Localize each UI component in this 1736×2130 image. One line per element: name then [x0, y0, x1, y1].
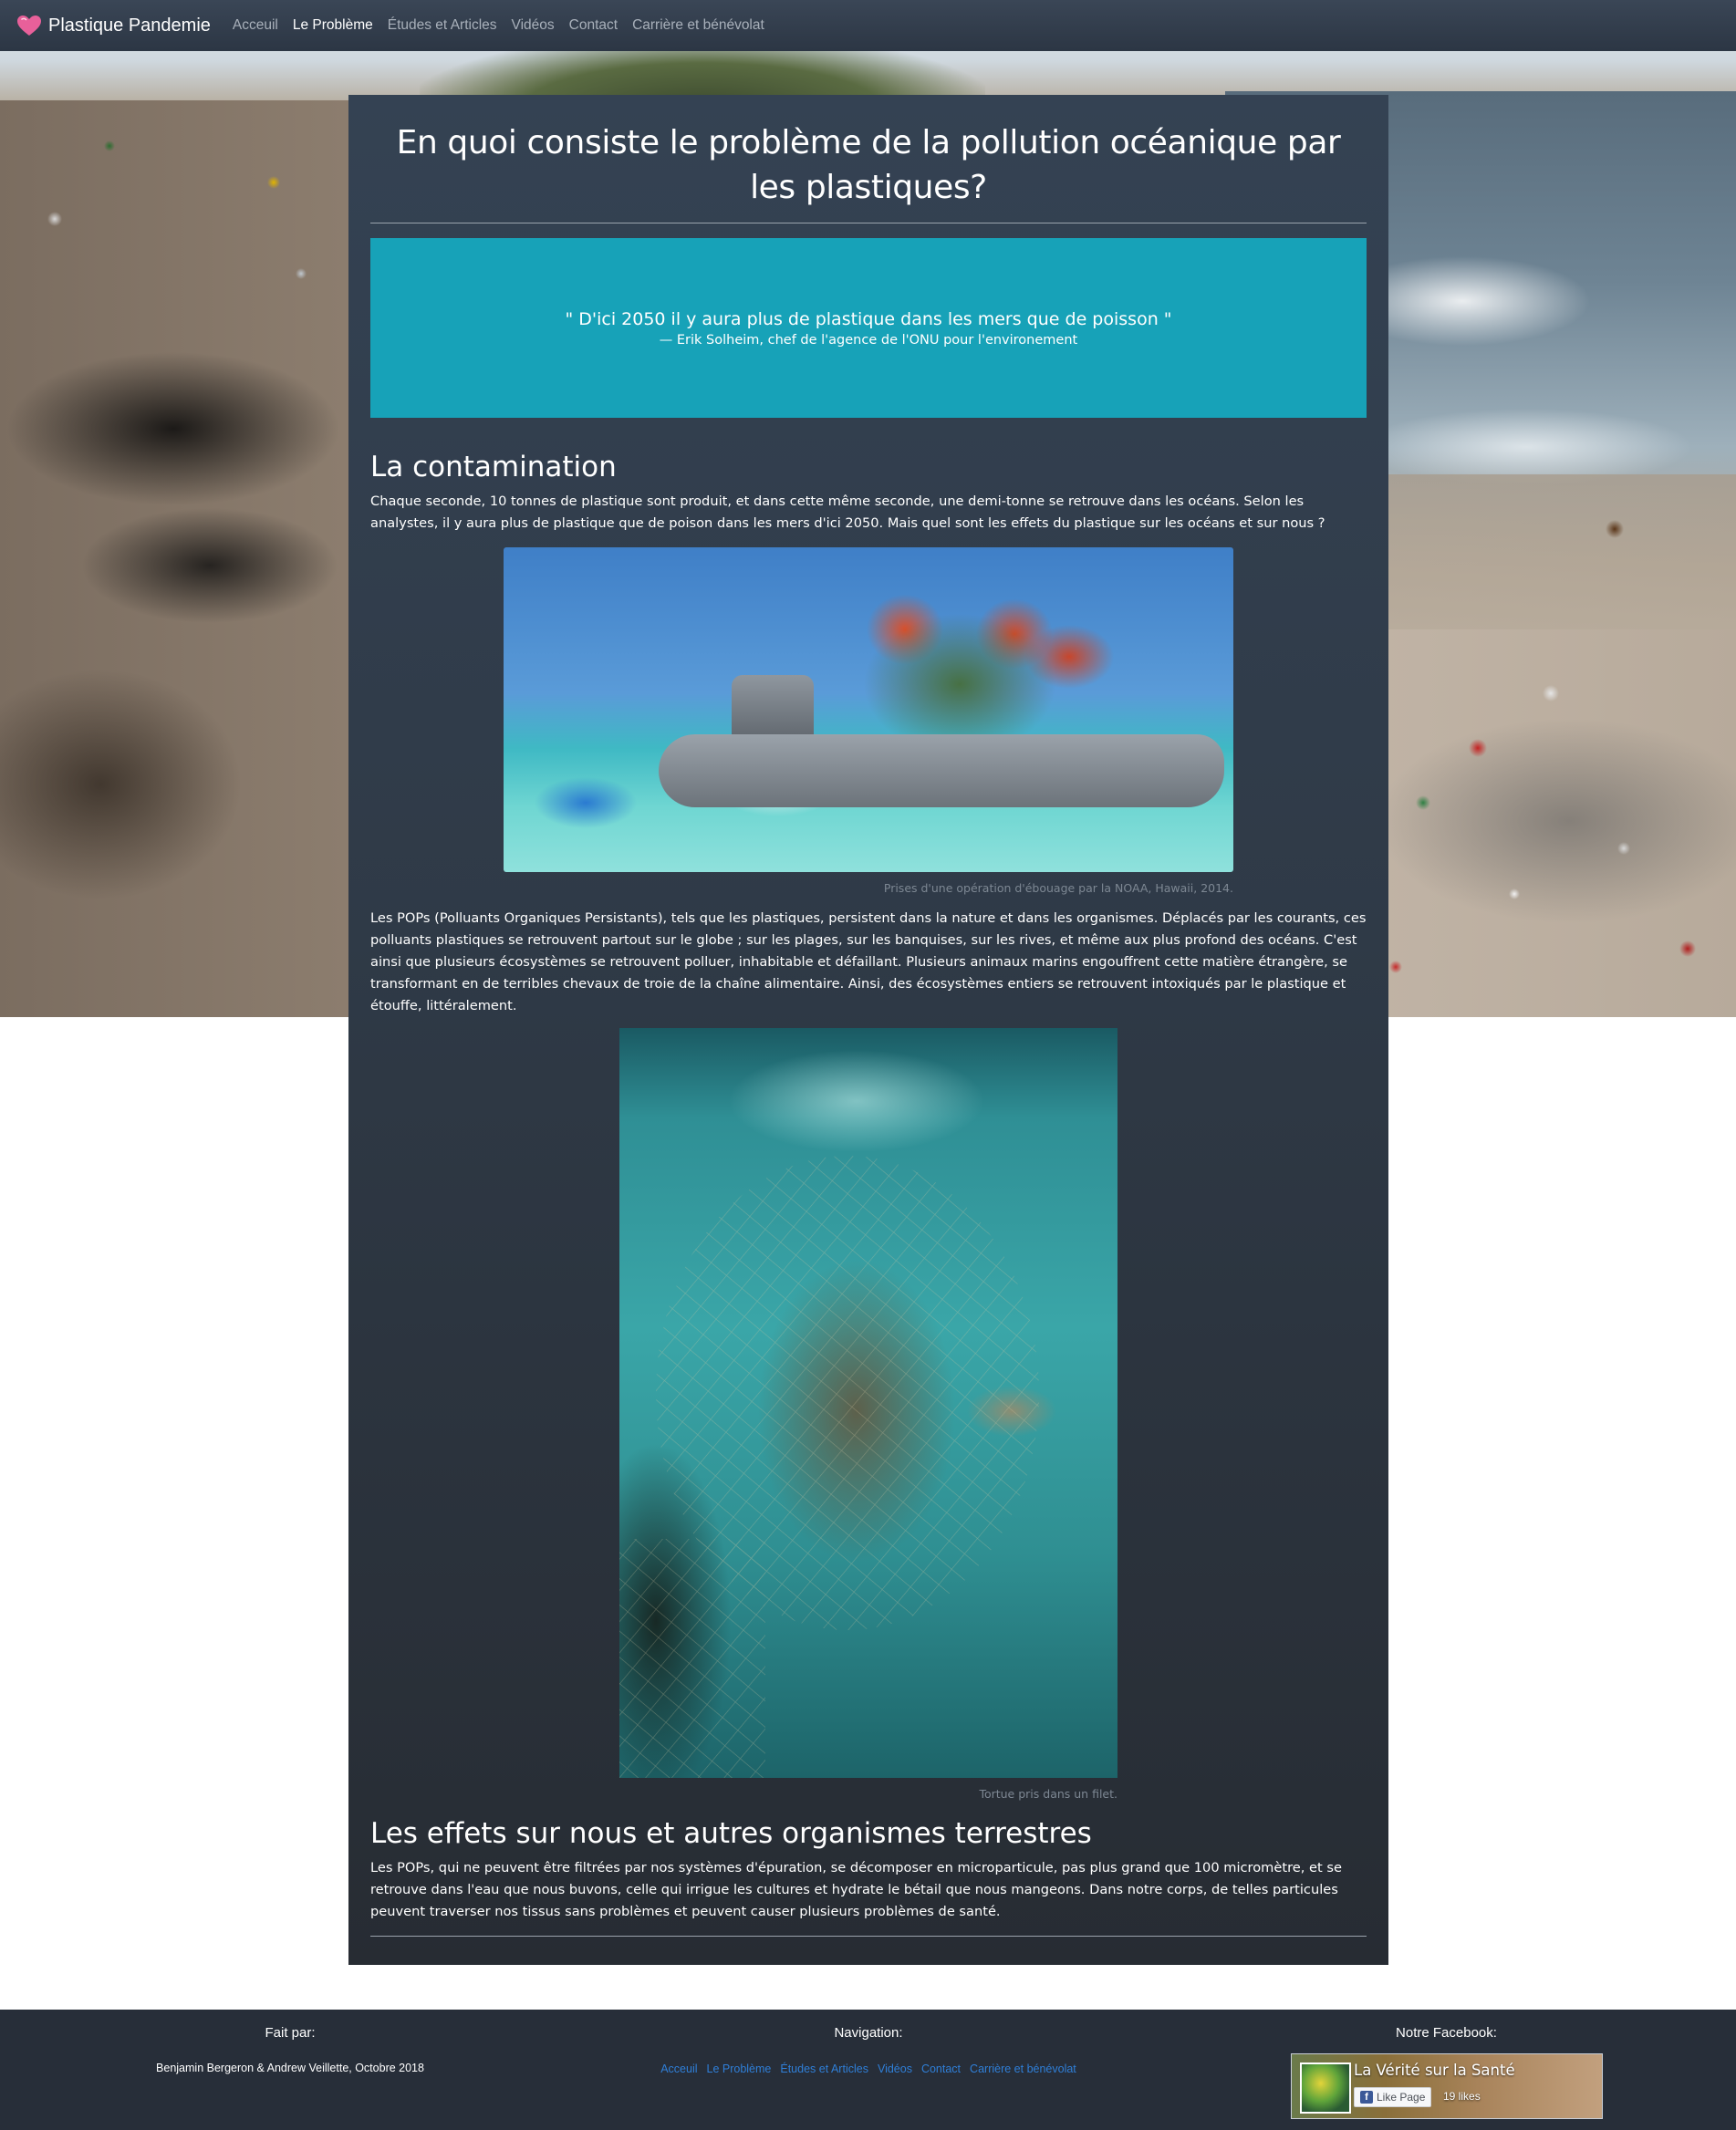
nav-link-le-probleme[interactable]: Le Problème [293, 17, 373, 34]
section-heading-contamination: La contamination [370, 451, 617, 483]
bottom-divider [370, 1936, 1367, 1937]
footer-link-le-probleme[interactable]: Le Problème [707, 2062, 772, 2075]
footer-made-by-heading: Fait par: [265, 2025, 316, 2041]
nav-link-acceuil[interactable]: Acceuil [233, 17, 278, 34]
quote-text: " D'ici 2050 il y aura plus de plastique… [565, 308, 1172, 329]
inflatable-boat [659, 734, 1224, 807]
heart-icon [17, 16, 41, 36]
brand-name: Plastique Pandemie [48, 15, 211, 36]
nav-link-videos[interactable]: Vidéos [512, 17, 555, 34]
footer-link-contact[interactable]: Contact [921, 2062, 961, 2075]
footer-nav-heading: Navigation: [834, 2025, 903, 2041]
turtle-photo-caption: Tortue pris dans un filet. [979, 1787, 1117, 1801]
footer-nav-column: Navigation: Acceuil Le Problème Études e… [580, 2010, 1157, 2075]
facebook-page-name[interactable]: La Vérité sur la Santé [1354, 2062, 1515, 2079]
footer-facebook-heading: Notre Facebook: [1396, 2025, 1497, 2041]
brand-link[interactable]: Plastique Pandemie [16, 15, 211, 36]
footer-credits-column: Fait par: Benjamin Bergeron & Andrew Vei… [0, 2010, 580, 2074]
nav-link-etudes-articles[interactable]: Études et Articles [388, 17, 497, 34]
noaa-cleanup-photo [504, 547, 1233, 872]
facebook-icon: f [1360, 2091, 1373, 2104]
nav-links: Acceuil Le Problème Études et Articles V… [233, 17, 779, 34]
facebook-page-widget[interactable]: La Vérité sur la Santé f Like Page 19 li… [1291, 2053, 1603, 2119]
footer-link-acceuil[interactable]: Acceuil [660, 2062, 697, 2075]
facebook-like-label: Like Page [1377, 2091, 1426, 2104]
quote-author: — Erik Solheim, chef de l'agence de l'ON… [659, 332, 1078, 348]
figure-noaa-cleanup: Prises d'une opération d'ébouage par la … [504, 547, 1233, 895]
navbar: Plastique Pandemie Acceuil Le Problème É… [0, 0, 1736, 51]
nav-link-carriere-benevolat[interactable]: Carrière et bénévolat [632, 17, 764, 34]
turtle-net-photo [619, 1028, 1117, 1778]
nav-link-contact[interactable]: Contact [569, 17, 618, 34]
footer-credits: Benjamin Bergeron & Andrew Veillette, Oc… [156, 2062, 424, 2074]
figure-turtle: Tortue pris dans un filet. [619, 1028, 1117, 1801]
contamination-paragraph-2: Les POPs (Polluants Organiques Persistan… [370, 910, 1367, 1013]
fishing-net [619, 1156, 1039, 1778]
footer-link-carriere-benevolat[interactable]: Carrière et bénévolat [970, 2062, 1076, 2075]
contamination-paragraph-1: Chaque seconde, 10 tonnes de plastique s… [370, 494, 1325, 531]
quote-box: " D'ici 2050 il y aura plus de plastique… [370, 238, 1367, 418]
facebook-like-count: 19 likes [1443, 2090, 1481, 2103]
page-title: En quoi consiste le problème de la pollu… [396, 124, 1341, 206]
footer-link-videos[interactable]: Vidéos [878, 2062, 912, 2075]
footer-nav-links: Acceuil Le Problème Études et Articles V… [580, 2062, 1157, 2075]
footer-link-etudes-articles[interactable]: Études et Articles [780, 2062, 868, 2075]
facebook-page-thumbnail[interactable] [1300, 2062, 1351, 2114]
effets-paragraph: Les POPs, qui ne peuvent être filtrées p… [370, 1860, 1342, 1919]
footer-facebook-column: Notre Facebook: [1157, 2010, 1736, 2041]
section-heading-effets: Les effets sur nous et autres organismes… [370, 1817, 1092, 1850]
facebook-like-button[interactable]: f Like Page [1354, 2087, 1432, 2107]
content-panel: En quoi consiste le problème de la pollu… [348, 95, 1388, 1965]
noaa-photo-caption: Prises d'une opération d'ébouage par la … [883, 881, 1233, 895]
